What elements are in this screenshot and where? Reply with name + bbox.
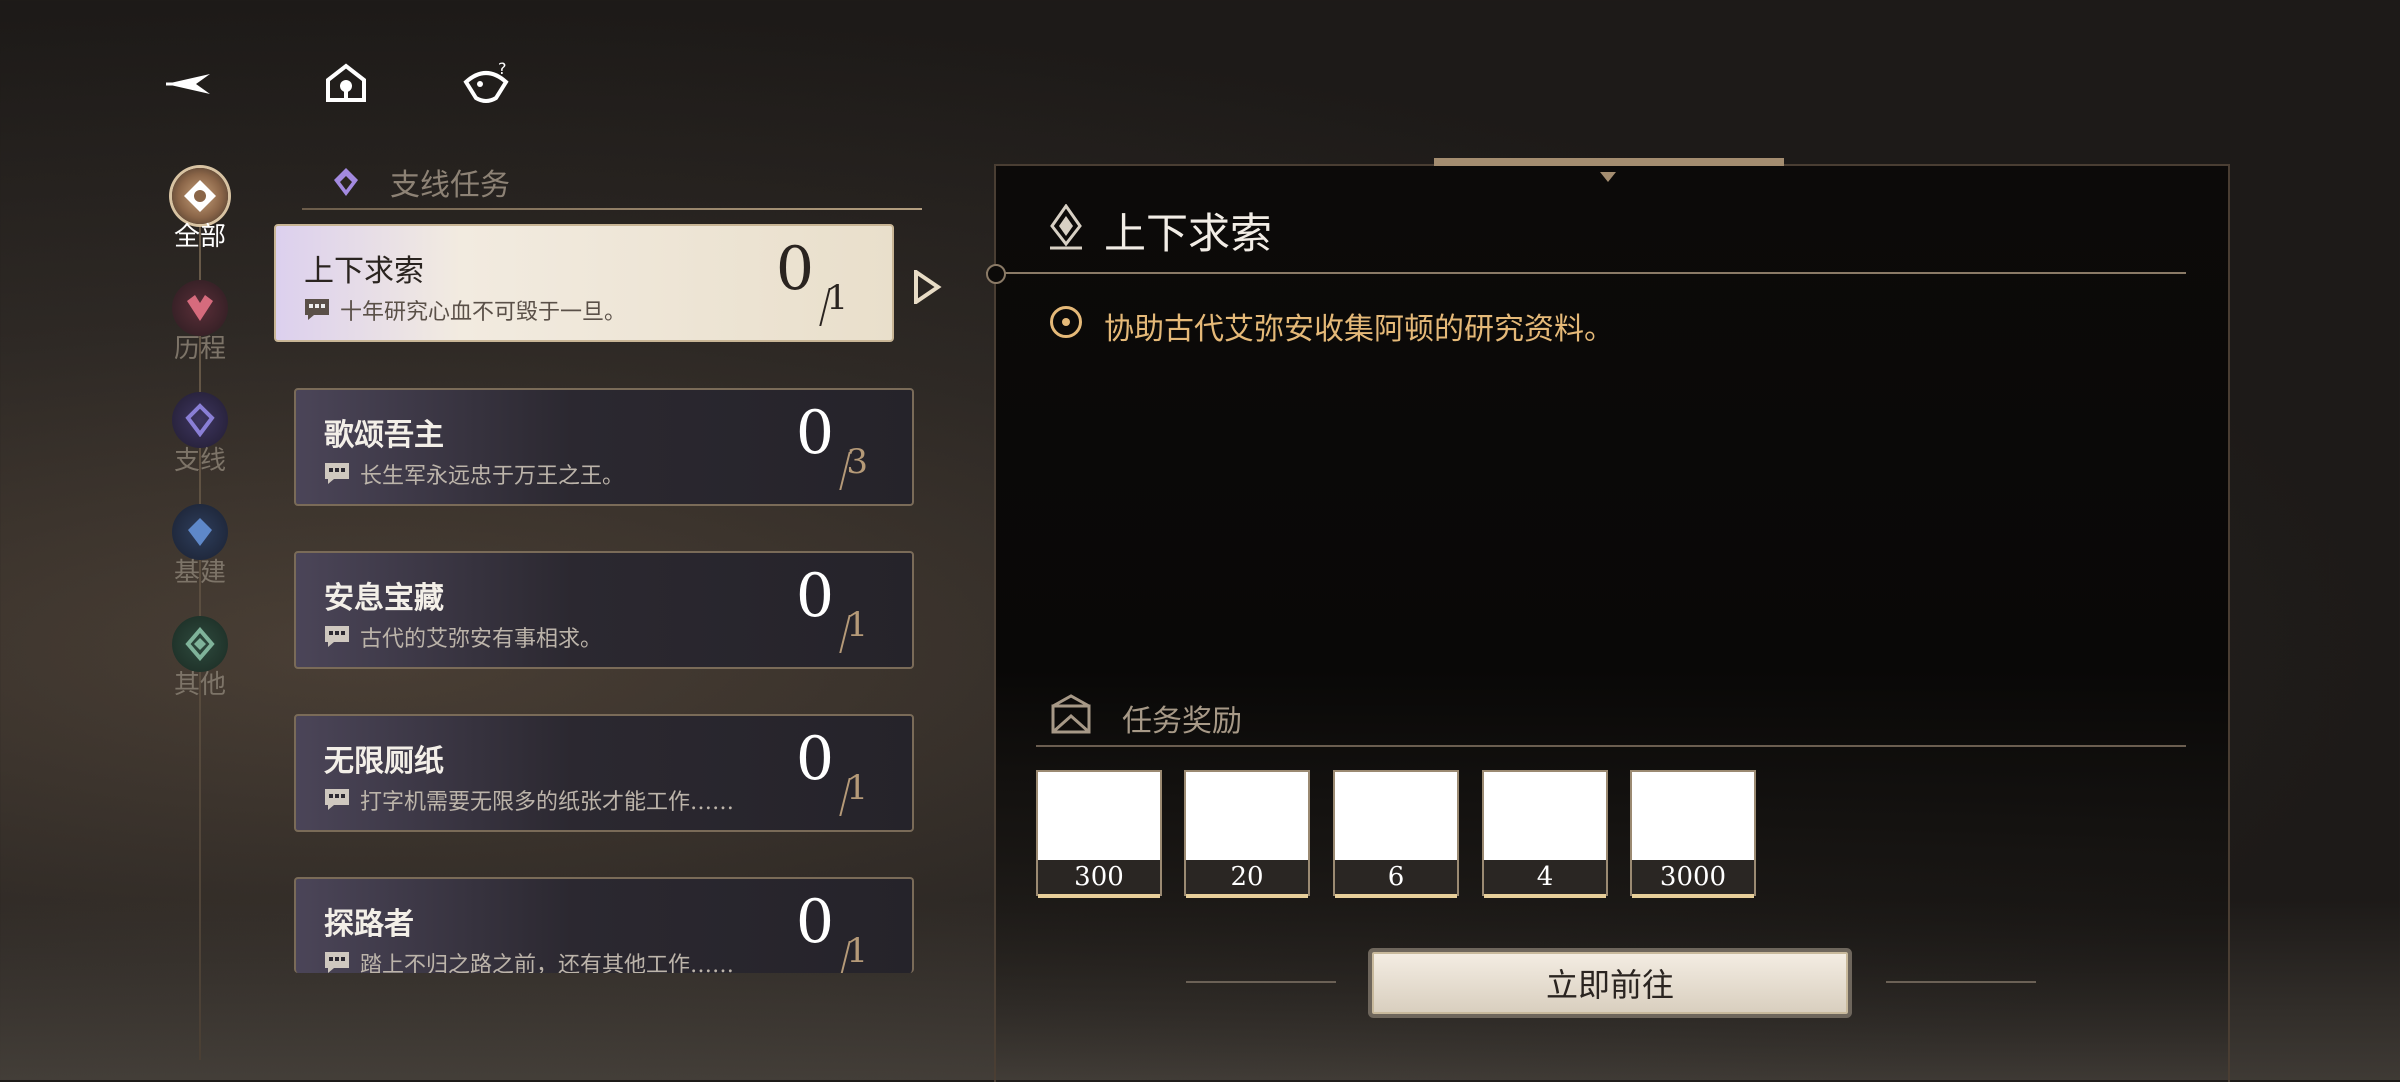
objective-target-icon <box>1050 306 1082 338</box>
reward-amount: 4 <box>1484 860 1606 894</box>
reward-rarity-bar <box>1484 894 1606 898</box>
quest-marker-icon <box>1050 204 1082 250</box>
reward-item[interactable]: 4 <box>1482 770 1608 898</box>
quest-desc: 十年研究心血不可毁于一旦。 <box>340 300 627 325</box>
category-label: 支线 <box>173 446 226 476</box>
divider <box>302 208 922 210</box>
quest-desc: 踏上不归之路之前，还有其他工作…… <box>360 953 735 973</box>
reward-rarity-bar <box>1038 894 1160 898</box>
quest-title: 安息宝藏 <box>324 581 444 616</box>
home-icon[interactable] <box>320 58 372 110</box>
reward-amount: 3000 <box>1632 860 1754 894</box>
quest-progress-total: 3 <box>846 442 868 482</box>
quest-title: 无限厕纸 <box>324 744 444 779</box>
reward-amount: 6 <box>1335 860 1457 894</box>
category-label: 全部 <box>173 222 226 252</box>
category-label: 历程 <box>173 334 226 364</box>
reward-item[interactable]: 3000 <box>1630 770 1756 898</box>
quest-progress-total: 1 <box>846 605 868 645</box>
quest-progress-total: 1 <box>846 931 868 971</box>
selected-arrow-icon <box>914 270 942 304</box>
chat-icon <box>325 626 349 647</box>
reward-rarity-bar <box>1186 894 1308 898</box>
category-side[interactable]: 支线 <box>160 392 240 477</box>
quest-card[interactable]: 歌颂吾主 长生军永远忠于万王之王。 0 3 <box>294 388 914 506</box>
chat-icon <box>305 299 329 320</box>
quest-progress-current: 0 <box>795 561 834 631</box>
divider <box>986 264 2186 284</box>
reward-rarity-bar <box>1632 894 1754 898</box>
divider <box>1036 745 2186 747</box>
quest-progress-current: 0 <box>795 724 834 794</box>
divider <box>1886 981 2036 983</box>
quest-card[interactable]: 安息宝藏 古代的艾弥安有事相求。 0 1 <box>294 551 914 669</box>
quest-progress-total: 1 <box>846 768 868 808</box>
chat-icon <box>325 463 349 484</box>
quest-desc: 古代的艾弥安有事相求。 <box>360 627 603 652</box>
reward-item[interactable]: 20 <box>1184 770 1310 898</box>
chat-icon <box>325 952 349 973</box>
reward-amount: 20 <box>1186 860 1308 894</box>
back-arrow-icon[interactable] <box>162 58 214 110</box>
quest-list-header: 支线任务 <box>302 158 922 210</box>
reward-rarity-bar <box>1335 894 1457 898</box>
quest-card[interactable]: 无限厕纸 打字机需要无限多的纸张才能工作…… 0 1 <box>294 714 914 832</box>
quest-title: 上下求索 <box>304 254 424 289</box>
reward-amount: 300 <box>1038 860 1160 894</box>
quest-progress-total: 1 <box>826 278 848 318</box>
help-mascot-icon[interactable]: ? <box>460 58 512 110</box>
category-label: 基建 <box>173 558 226 588</box>
panel-top-accent <box>1434 158 1784 166</box>
category-other[interactable]: 其他 <box>160 616 240 701</box>
go-now-button[interactable]: 立即前往 <box>1372 952 1848 1014</box>
quest-progress-current: 0 <box>795 398 834 468</box>
reward-item[interactable]: 300 <box>1036 770 1162 898</box>
side-quest-icon <box>334 168 358 196</box>
category-all[interactable]: 全部 <box>160 168 240 253</box>
quest-card[interactable]: 探路者 踏上不归之路之前，还有其他工作…… 0 1 <box>294 877 914 973</box>
chevron-down-icon <box>1600 172 1616 182</box>
quest-desc: 打字机需要无限多的纸张才能工作…… <box>360 790 735 815</box>
quest-desc: 长生军永远忠于万王之王。 <box>360 464 625 489</box>
detail-title: 上下求索 <box>1104 209 1273 258</box>
category-base[interactable]: 基建 <box>160 504 240 589</box>
quest-detail-panel <box>994 164 2230 1082</box>
reward-item[interactable]: 6 <box>1333 770 1459 898</box>
category-label: 其他 <box>173 670 226 700</box>
category-journey[interactable]: 历程 <box>160 280 240 365</box>
quest-title: 歌颂吾主 <box>324 418 444 453</box>
quest-objective: 协助古代艾弥安收集阿顿的研究资料。 <box>1104 312 1614 347</box>
reward-title: 任务奖励 <box>1122 704 1242 739</box>
quest-list-title: 支线任务 <box>390 168 510 203</box>
reward-chest-icon <box>1051 694 1091 734</box>
quest-title: 探路者 <box>324 907 414 942</box>
quest-progress-current: 0 <box>775 234 814 304</box>
svg-text:?: ? <box>498 59 507 78</box>
chat-icon <box>325 789 349 810</box>
divider <box>1186 981 1336 983</box>
quest-progress-current: 0 <box>795 887 834 957</box>
quest-card-selected[interactable]: 上下求索 十年研究心血不可毁于一旦。 0 1 <box>274 224 894 342</box>
